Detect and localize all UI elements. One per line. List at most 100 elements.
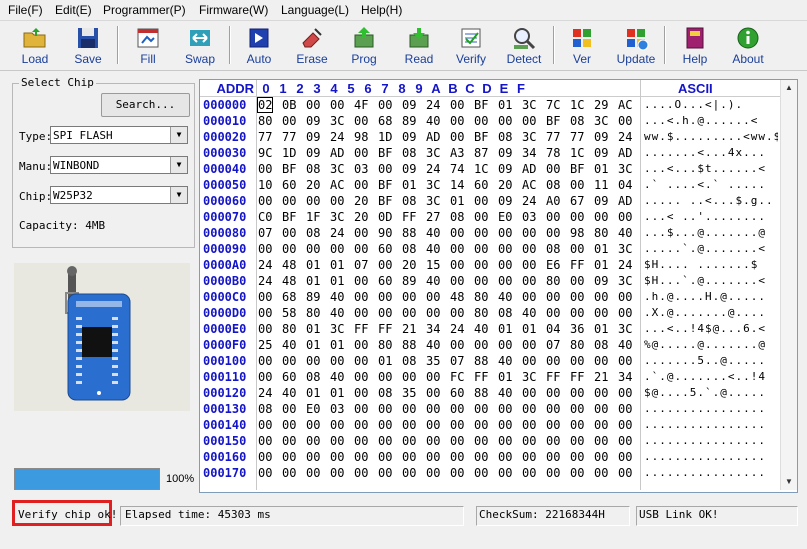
hex-byte[interactable]: 01	[594, 242, 616, 256]
hex-byte[interactable]: 24	[426, 162, 448, 176]
hex-byte[interactable]: 3C	[330, 210, 352, 224]
hex-byte[interactable]: 00	[330, 354, 352, 368]
hex-byte[interactable]: 02	[257, 97, 273, 113]
hex-byte[interactable]: 60	[450, 386, 472, 400]
hex-byte[interactable]: 00	[306, 466, 328, 480]
hex-byte[interactable]: 80	[570, 338, 592, 352]
hex-byte[interactable]: 00	[402, 402, 424, 416]
hex-byte[interactable]: 24	[426, 98, 448, 112]
hex-byte[interactable]: 00	[378, 450, 400, 464]
hex-byte[interactable]: 09	[594, 274, 616, 288]
hex-byte[interactable]: 00	[354, 370, 376, 384]
hex-byte[interactable]: 48	[450, 290, 472, 304]
hex-byte[interactable]: 00	[306, 418, 328, 432]
hex-byte[interactable]: 40	[330, 290, 352, 304]
hex-byte[interactable]: 00	[378, 306, 400, 320]
hex-byte[interactable]: 00	[402, 450, 424, 464]
hex-byte[interactable]: 04	[618, 178, 640, 192]
hex-byte[interactable]: 00	[354, 306, 376, 320]
hex-byte[interactable]: 00	[306, 194, 328, 208]
hex-byte[interactable]: 00	[378, 466, 400, 480]
hex-byte[interactable]: 00	[282, 434, 304, 448]
hex-byte[interactable]: FF	[402, 210, 424, 224]
scroll-down-icon[interactable]: ▼	[781, 474, 797, 490]
hex-byte[interactable]: 00	[594, 210, 616, 224]
read-button[interactable]: Read	[395, 23, 443, 67]
hex-byte[interactable]: 00	[522, 338, 544, 352]
hex-byte[interactable]: 00	[498, 402, 520, 416]
hex-byte[interactable]: 00	[282, 418, 304, 432]
hex-byte[interactable]: 68	[282, 290, 304, 304]
hex-byte[interactable]: 00	[474, 434, 496, 448]
hex-byte[interactable]: 00	[474, 418, 496, 432]
hex-byte[interactable]: 21	[594, 370, 616, 384]
hex-byte[interactable]: 01	[306, 274, 328, 288]
hex-byte[interactable]: 03	[354, 162, 376, 176]
hex-byte[interactable]: 00	[498, 226, 520, 240]
hex-byte[interactable]: 04	[546, 322, 568, 336]
hex-byte[interactable]: FC	[450, 370, 472, 384]
hex-byte[interactable]: BF	[282, 162, 304, 176]
hex-byte[interactable]: FF	[570, 370, 592, 384]
hex-byte[interactable]: 00	[570, 242, 592, 256]
auto-button[interactable]: Auto	[235, 23, 283, 67]
hex-byte[interactable]: 01	[498, 98, 520, 112]
hex-byte[interactable]: 09	[306, 130, 328, 144]
hex-byte[interactable]: FF	[546, 370, 568, 384]
hex-byte[interactable]: 09	[402, 98, 424, 112]
hex-byte[interactable]: 78	[546, 146, 568, 160]
hex-byte[interactable]: 77	[570, 130, 592, 144]
hex-byte[interactable]: 00	[282, 242, 304, 256]
hex-byte[interactable]: 00	[258, 434, 280, 448]
hex-byte[interactable]: 3C	[426, 194, 448, 208]
hex-byte[interactable]: 00	[594, 466, 616, 480]
hex-byte[interactable]: 01	[450, 194, 472, 208]
hex-byte[interactable]: 40	[522, 306, 544, 320]
hex-byte[interactable]: 00	[618, 466, 640, 480]
hex-byte[interactable]: 09	[306, 114, 328, 128]
hex-byte[interactable]: 25	[258, 338, 280, 352]
hex-byte[interactable]: 3C	[618, 162, 640, 176]
hex-byte[interactable]: 00	[330, 242, 352, 256]
hex-byte[interactable]: 00	[330, 450, 352, 464]
hex-byte[interactable]: 00	[306, 98, 328, 112]
hex-byte[interactable]: 00	[546, 386, 568, 400]
hex-byte[interactable]: BF	[546, 114, 568, 128]
hex-byte[interactable]: 1D	[378, 130, 400, 144]
type-select[interactable]: SPI FLASH ▼	[50, 126, 188, 144]
hex-byte[interactable]: 00	[378, 98, 400, 112]
hex-byte[interactable]: 24	[258, 386, 280, 400]
hex-byte[interactable]: 3C	[618, 322, 640, 336]
load-button[interactable]: Load	[11, 23, 59, 67]
hex-byte[interactable]: 00	[618, 290, 640, 304]
hex-byte[interactable]: 00	[330, 466, 352, 480]
hex-editor[interactable]: ADDR 0123456789ABCDEF ASCII 000000 02 0B 00…	[199, 79, 798, 493]
hex-byte[interactable]: 00	[570, 418, 592, 432]
hex-byte[interactable]: 03	[522, 210, 544, 224]
hex-byte[interactable]: 48	[282, 274, 304, 288]
hex-byte[interactable]: 08	[306, 226, 328, 240]
hex-byte[interactable]: 08	[594, 338, 616, 352]
menu-programmer[interactable]: Programmer(P)	[103, 3, 186, 17]
hex-byte[interactable]: 00	[450, 274, 472, 288]
hex-byte[interactable]: 00	[618, 386, 640, 400]
hex-byte[interactable]: 00	[450, 466, 472, 480]
chevron-down-icon[interactable]: ▼	[170, 157, 187, 173]
hex-byte[interactable]: 00	[258, 418, 280, 432]
hex-byte[interactable]: 24	[258, 274, 280, 288]
hex-byte[interactable]: 00	[618, 354, 640, 368]
hex-byte[interactable]: 07	[354, 258, 376, 272]
hex-byte[interactable]: 00	[258, 370, 280, 384]
hex-byte[interactable]: BF	[570, 162, 592, 176]
hex-byte[interactable]: 40	[426, 274, 448, 288]
hex-byte[interactable]: 03	[330, 402, 352, 416]
swap-button[interactable]: Swap	[176, 23, 224, 67]
hex-byte[interactable]: 35	[402, 386, 424, 400]
hex-byte[interactable]: 00	[426, 290, 448, 304]
hex-byte[interactable]: 00	[474, 242, 496, 256]
hex-byte[interactable]: 80	[258, 114, 280, 128]
hex-byte[interactable]: 00	[498, 466, 520, 480]
hex-byte[interactable]: 00	[450, 418, 472, 432]
hex-byte[interactable]: 20	[354, 194, 376, 208]
hex-byte[interactable]: 00	[402, 466, 424, 480]
